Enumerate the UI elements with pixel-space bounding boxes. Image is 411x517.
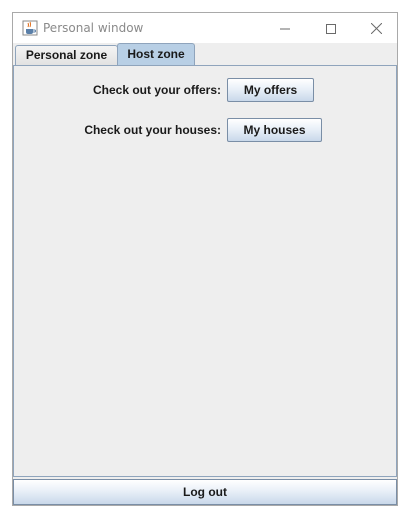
host-zone-panel: Check out your offers: My offers Check o… xyxy=(13,65,397,477)
maximize-icon xyxy=(326,19,336,38)
tab-strip: Personal zone Host zone xyxy=(13,43,397,65)
window-title: Personal window xyxy=(43,21,144,35)
my-houses-button[interactable]: My houses xyxy=(227,118,322,142)
minimize-icon xyxy=(280,19,290,38)
minimize-button[interactable] xyxy=(262,13,308,43)
tab-personal-zone[interactable]: Personal zone xyxy=(15,45,118,65)
tab-host-zone[interactable]: Host zone xyxy=(117,43,195,65)
my-offers-button[interactable]: My offers xyxy=(227,78,314,102)
title-bar[interactable]: Personal window xyxy=(13,13,397,43)
houses-label: Check out your houses: xyxy=(84,123,221,137)
maximize-button[interactable] xyxy=(308,13,354,43)
close-button[interactable] xyxy=(353,13,399,43)
close-icon xyxy=(370,19,382,38)
offers-label: Check out your offers: xyxy=(92,83,221,97)
logout-button[interactable]: Log out xyxy=(13,479,397,505)
personal-window: Personal window Personal zone Host zone … xyxy=(12,12,398,506)
java-cup-icon xyxy=(22,20,38,36)
